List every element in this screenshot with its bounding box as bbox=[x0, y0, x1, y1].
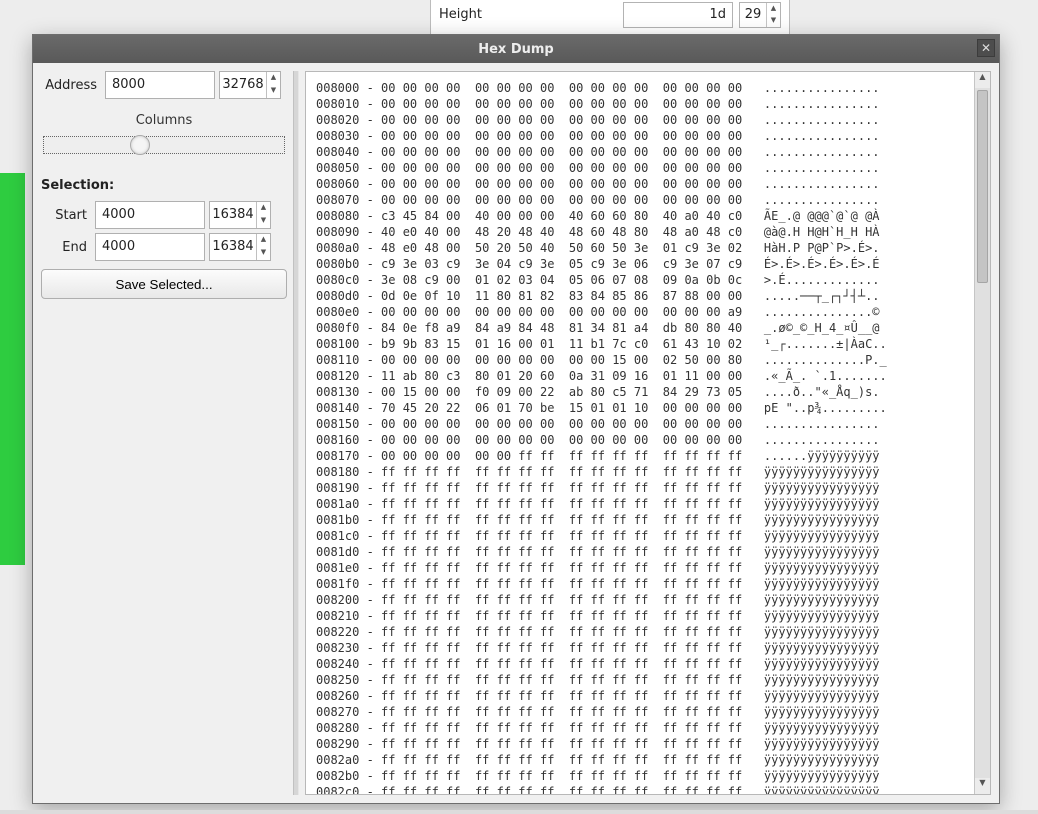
color-strip-green bbox=[0, 173, 25, 565]
spinner-up-icon[interactable]: ▲ bbox=[257, 202, 270, 215]
end-hex-input[interactable]: 4000 bbox=[95, 233, 205, 261]
controls-pane: Address 8000 32768 ▲ ▼ Columns Selection… bbox=[41, 71, 287, 795]
start-hex-input[interactable]: 4000 bbox=[95, 201, 205, 229]
parent-property-panel: Height 1d 29 ▲ ▼ bbox=[430, 0, 790, 36]
end-label: End bbox=[41, 240, 91, 255]
app-background: Height 1d 29 ▲ ▼ Hex Dump ✕ Address 8000… bbox=[0, 0, 1038, 814]
spinner-up-icon[interactable]: ▲ bbox=[267, 72, 280, 85]
height-label: Height bbox=[439, 7, 617, 22]
address-label: Address bbox=[41, 78, 101, 93]
scroll-thumb[interactable] bbox=[977, 90, 988, 283]
spinner-up-icon[interactable]: ▲ bbox=[257, 234, 270, 247]
scrollbar[interactable]: ▲ ▼ bbox=[974, 72, 990, 794]
spinner-up-icon[interactable]: ▲ bbox=[767, 3, 780, 15]
scroll-track[interactable] bbox=[975, 88, 990, 778]
spinner-down-icon[interactable]: ▼ bbox=[767, 15, 780, 27]
columns-label: Columns bbox=[41, 113, 287, 128]
end-dec-spinner[interactable]: 16384 ▲ ▼ bbox=[209, 233, 271, 261]
spinner-down-icon[interactable]: ▼ bbox=[257, 247, 270, 260]
save-selected-button[interactable]: Save Selected... bbox=[41, 269, 287, 299]
pane-splitter[interactable] bbox=[293, 71, 299, 795]
start-label: Start bbox=[41, 208, 91, 223]
hex-dump-window: Hex Dump ✕ Address 8000 32768 ▲ ▼ bbox=[32, 34, 1000, 804]
hex-output-pane: 008000 - 00 00 00 00 00 00 00 00 00 00 0… bbox=[305, 71, 991, 795]
titlebar[interactable]: Hex Dump ✕ bbox=[33, 35, 999, 63]
close-button[interactable]: ✕ bbox=[977, 39, 995, 57]
scroll-up-button[interactable]: ▲ bbox=[975, 72, 990, 88]
scroll-down-button[interactable]: ▼ bbox=[975, 778, 990, 794]
start-dec-spinner[interactable]: 16384 ▲ ▼ bbox=[209, 201, 271, 229]
hex-output-text[interactable]: 008000 - 00 00 00 00 00 00 00 00 00 00 0… bbox=[306, 72, 974, 794]
height-dec-spinner[interactable]: 29 ▲ ▼ bbox=[739, 2, 781, 28]
address-dec-spinner[interactable]: 32768 ▲ ▼ bbox=[219, 71, 281, 99]
spinner-down-icon[interactable]: ▼ bbox=[257, 215, 270, 228]
height-hex-input[interactable]: 1d bbox=[623, 2, 733, 28]
modal-body: Address 8000 32768 ▲ ▼ Columns Selection… bbox=[33, 63, 999, 803]
columns-slider[interactable] bbox=[43, 136, 285, 154]
bottom-edge bbox=[0, 810, 1038, 814]
address-dec-value: 32768 bbox=[220, 72, 266, 98]
window-title: Hex Dump bbox=[478, 42, 554, 57]
address-hex-input[interactable]: 8000 bbox=[105, 71, 215, 99]
slider-thumb[interactable] bbox=[130, 135, 150, 155]
height-dec-value: 29 bbox=[740, 3, 766, 27]
end-dec-value: 16384 bbox=[210, 234, 256, 260]
spinner-down-icon[interactable]: ▼ bbox=[267, 85, 280, 98]
selection-heading: Selection: bbox=[41, 178, 287, 193]
start-dec-value: 16384 bbox=[210, 202, 256, 228]
